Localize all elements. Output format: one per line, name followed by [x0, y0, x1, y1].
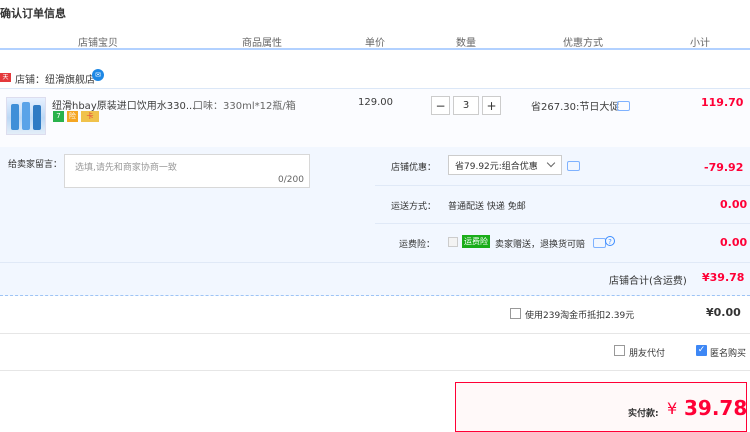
card-badge[interactable]: 卡: [81, 111, 99, 122]
insurance-label: 运费险：: [399, 240, 436, 250]
page-title: 确认订单信息: [0, 7, 66, 20]
payment-label: 实付款:: [628, 409, 659, 419]
column-header-subtotal: 小计: [690, 38, 710, 49]
coin-value: ¥0.00: [706, 306, 741, 319]
divider: [0, 370, 750, 371]
memo-placeholder: 选填,请先和商家协商一致: [75, 163, 177, 173]
column-header-item: 店铺宝贝: [78, 38, 118, 49]
tmall-tag: 天猫: [0, 73, 11, 90]
memo-label: 给卖家留言：: [8, 160, 63, 170]
friend-pay-label: 朋友代付: [629, 349, 666, 359]
anonymous-label: 匿名购买: [710, 349, 747, 359]
shop-name-link[interactable]: 店铺：纽滑旗舰店: [15, 71, 95, 86]
seven-day-return-badge[interactable]: 7: [53, 111, 64, 122]
coin-label: 使用239淘金币抵扣2.39元: [525, 311, 635, 321]
friend-pay-checkbox[interactable]: [614, 345, 625, 356]
memo-counter: 0/200: [278, 175, 304, 185]
product-thumbnail[interactable]: [6, 97, 46, 135]
item-promotion: 省267.30:节日大促: [531, 102, 620, 113]
promo-chat-icon[interactable]: [617, 101, 630, 111]
shipping-fee: 0.00: [720, 198, 748, 211]
payment-amount: 39.78: [684, 396, 748, 420]
shop-total-label: 店铺合计(含运费): [609, 276, 687, 287]
help-icon[interactable]: ?: [605, 236, 615, 246]
coin-checkbox[interactable]: [510, 308, 521, 319]
shop-discount-label: 店铺优惠：: [391, 163, 437, 173]
quantity-decrease-button[interactable]: −: [431, 96, 450, 115]
column-header-quantity: 数量: [456, 38, 476, 49]
item-subtotal: 119.70: [701, 96, 744, 109]
insurance-tag: 运费险: [462, 235, 490, 248]
insurance-fee: 0.00: [720, 236, 748, 249]
divider: [0, 333, 750, 334]
shipping-label: 运送方式：: [391, 202, 437, 212]
shop-discount-value: -79.92: [704, 161, 744, 174]
header-divider: [0, 48, 750, 50]
product-name-link[interactable]: 纽滑hbay原装进口饮用水330...: [52, 97, 195, 112]
insurance-badge[interactable]: 险: [67, 111, 78, 122]
quantity-input[interactable]: 3: [453, 96, 479, 115]
anonymous-checkbox[interactable]: ✓: [696, 345, 707, 356]
column-header-unit-price: 单价: [365, 38, 385, 49]
insurance-checkbox[interactable]: [448, 237, 458, 247]
row-divider: [375, 223, 750, 224]
shop-discount-selected: 省79.92元:组合优惠: [455, 162, 538, 172]
product-attribute: 口味：330ml*12瓶/箱: [193, 101, 296, 112]
payment-currency: ¥: [667, 399, 678, 418]
column-header-attribute: 商品属性: [242, 38, 282, 49]
unit-price: 129.00: [358, 97, 393, 108]
quantity-increase-button[interactable]: +: [482, 96, 501, 115]
discount-chat-icon[interactable]: [567, 161, 580, 171]
shipping-method: 普通配送 快递 免邮: [448, 202, 526, 212]
wangwang-icon[interactable]: ✉: [92, 69, 104, 81]
shop-total-value: ¥39.78: [702, 271, 745, 284]
row-divider: [375, 185, 750, 186]
insurance-text: 卖家赠送，退换货可赔: [495, 240, 586, 250]
column-header-promotion: 优惠方式: [563, 38, 603, 49]
